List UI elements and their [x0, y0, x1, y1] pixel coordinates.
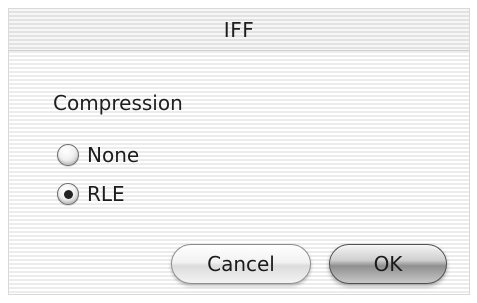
iff-options-dialog: IFF Compression None RLE Cancel OK	[8, 8, 470, 295]
cancel-button[interactable]: Cancel	[171, 244, 311, 284]
dialog-titlebar: IFF	[9, 9, 469, 51]
radio-rle-selected-icon[interactable]	[57, 183, 79, 205]
radio-label-none: None	[87, 143, 140, 167]
radio-label-rle: RLE	[87, 182, 125, 206]
compression-label: Compression	[53, 91, 183, 115]
compression-option-none[interactable]: None	[57, 141, 139, 169]
ok-button[interactable]: OK	[329, 244, 447, 284]
dialog-title: IFF	[223, 18, 255, 42]
radio-none-icon[interactable]	[57, 144, 79, 166]
compression-option-rle[interactable]: RLE	[57, 180, 125, 208]
